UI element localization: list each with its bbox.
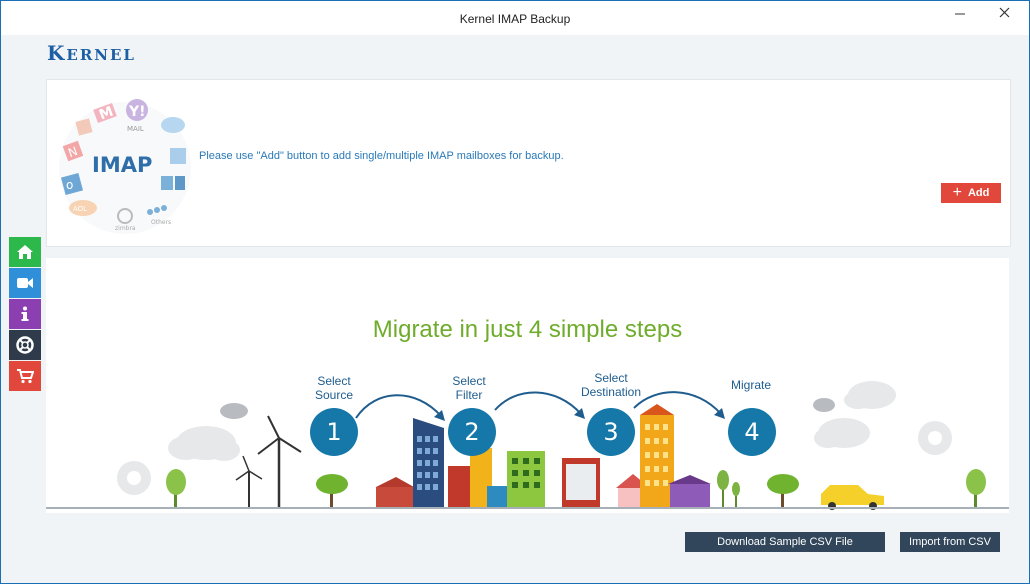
svg-text:IMAP: IMAP [92,153,152,177]
minimize-icon [955,13,965,15]
logo-first-letter: K [47,41,67,65]
step-2-circle: 2 [448,408,496,456]
add-button[interactable]: + Add [941,183,1001,203]
step-1-label: Select Source [314,374,354,402]
svg-text:MAIL: MAIL [127,125,144,133]
home-button[interactable] [9,237,41,267]
support-button[interactable] [9,330,41,360]
step-4-circle: 4 [728,408,776,456]
mailbox-panel: M Y! MAIL N IMAP o AOL zimbra Others Ple… [46,79,1011,247]
import-from-csv-button[interactable]: Import from CSV [900,532,1000,552]
step-4-label: Migrate [730,378,771,392]
lifebuoy-icon [16,336,34,354]
svg-text:Y!: Y! [128,104,146,120]
info-icon [21,306,29,321]
app-window: Kernel IMAP Backup KERNEL M Y! MAIL N IM… [0,0,1030,584]
video-button[interactable] [9,268,41,298]
kernel-logo: KERNEL [47,41,136,65]
plus-icon: + [952,184,962,201]
step-3-circle: 3 [587,408,635,456]
steps-headline: Migrate in just 4 simple steps [372,316,683,343]
info-button[interactable] [9,299,41,329]
city-illustration [46,381,1009,510]
steps-panel: Migrate in just 4 simple steps Select Sou… [46,258,1009,513]
left-sidebar [9,237,41,392]
cart-icon [17,369,34,384]
imap-providers-illustration: M Y! MAIL N IMAP o AOL zimbra Others [59,99,191,234]
step-1-circle: 1 [310,408,358,456]
video-icon [17,278,33,288]
svg-text:AOL: AOL [73,205,87,213]
add-button-label: Add [967,187,990,199]
instruction-text: Please use "Add" button to add single/mu… [199,150,564,162]
close-button[interactable] [989,5,1019,27]
title-bar: Kernel IMAP Backup [1,1,1029,35]
window-title: Kernel IMAP Backup [459,12,571,26]
svg-text:zimbra: zimbra [115,225,136,232]
svg-text:Others: Others [151,219,171,226]
close-icon [999,7,1010,18]
cart-button[interactable] [9,361,41,391]
step-3-label: Select Destination [580,371,642,399]
download-sample-csv-button[interactable]: Download Sample CSV File [685,532,885,552]
home-icon [17,245,33,259]
minimize-button[interactable] [945,5,975,27]
svg-text:o: o [66,178,73,192]
step-2-label: Select Filter [452,374,486,402]
logo-rest: ERNEL [66,46,136,64]
